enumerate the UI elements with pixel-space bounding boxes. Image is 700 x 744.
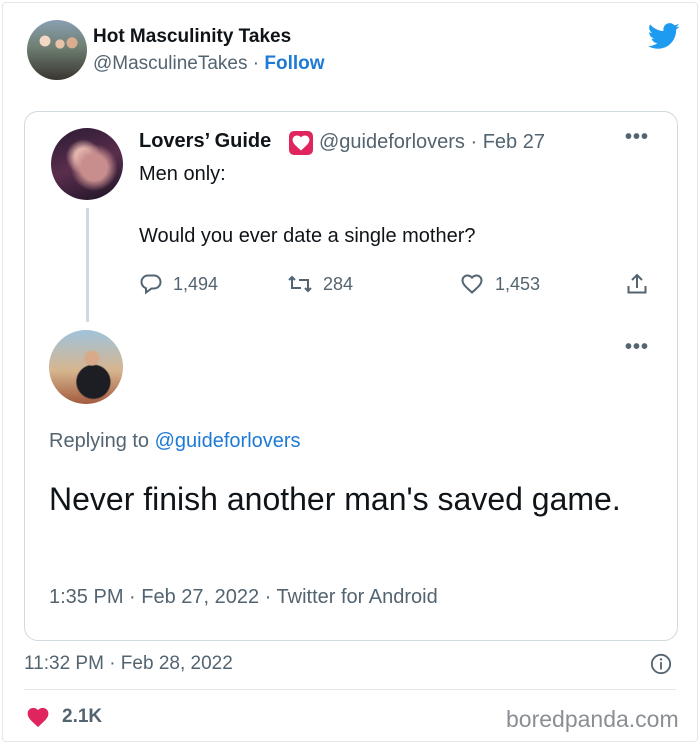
- follow-button[interactable]: Follow: [264, 53, 324, 74]
- reply-author-avatar[interactable]: [49, 330, 123, 404]
- replying-prefix: Replying to: [49, 430, 155, 452]
- quoted-text-line2: Would you ever date a single mother?: [139, 225, 476, 247]
- divider: [24, 689, 676, 690]
- reply-count: 1,494: [173, 273, 219, 294]
- replying-handle-link[interactable]: @guideforlovers: [155, 430, 301, 452]
- quoted-text-line1: Men only:: [139, 163, 226, 185]
- heart-icon[interactable]: [26, 706, 50, 728]
- like-icon: [461, 274, 483, 294]
- thread-line: [86, 208, 89, 322]
- retweet-icon: [288, 275, 312, 293]
- share-icon: [627, 273, 647, 294]
- share-action[interactable]: [625, 272, 659, 296]
- reply-meta[interactable]: 1:35 PM · Feb 27, 2022 · Twitter for And…: [49, 586, 438, 609]
- reply-action[interactable]: 1,494: [139, 272, 218, 296]
- like-action[interactable]: 1,453: [459, 272, 540, 296]
- watermark-text: boredpanda.com: [506, 706, 679, 732]
- quoted-handle-date[interactable]: @guideforlovers · Feb 27: [319, 131, 545, 154]
- heart-badge-icon: [289, 131, 313, 155]
- separator: ·: [247, 53, 265, 74]
- author-avatar[interactable]: [27, 20, 87, 80]
- more-options-icon[interactable]: •••: [625, 336, 649, 359]
- twitter-bird-icon[interactable]: [648, 23, 680, 50]
- author-subline: @MasculineTakes · Follow: [93, 53, 325, 75]
- more-options-icon[interactable]: •••: [625, 126, 649, 149]
- quoted-author-name[interactable]: Lovers’ Guide: [139, 130, 271, 153]
- reply-icon: [140, 274, 162, 295]
- like-count: 1,453: [495, 273, 541, 294]
- author-handle[interactable]: @MasculineTakes: [93, 53, 247, 74]
- tweet-card: Lovers’ Guide @guideforlovers · Feb 27 •…: [24, 111, 678, 641]
- tweet-timestamp[interactable]: 11:32 PM · Feb 28, 2022: [24, 653, 233, 675]
- reply-text: Never finish another man's saved game.: [49, 481, 621, 517]
- replying-to: Replying to @guideforlovers: [49, 430, 301, 453]
- retweet-count: 284: [323, 273, 354, 294]
- total-likes[interactable]: 2.1K: [62, 706, 102, 728]
- author-name[interactable]: Hot Masculinity Takes: [93, 26, 291, 48]
- info-icon[interactable]: [650, 653, 672, 675]
- retweet-action[interactable]: 284: [287, 272, 353, 296]
- quoted-author-avatar[interactable]: [51, 128, 123, 200]
- embedded-tweet: Hot Masculinity Takes @MasculineTakes · …: [2, 2, 698, 742]
